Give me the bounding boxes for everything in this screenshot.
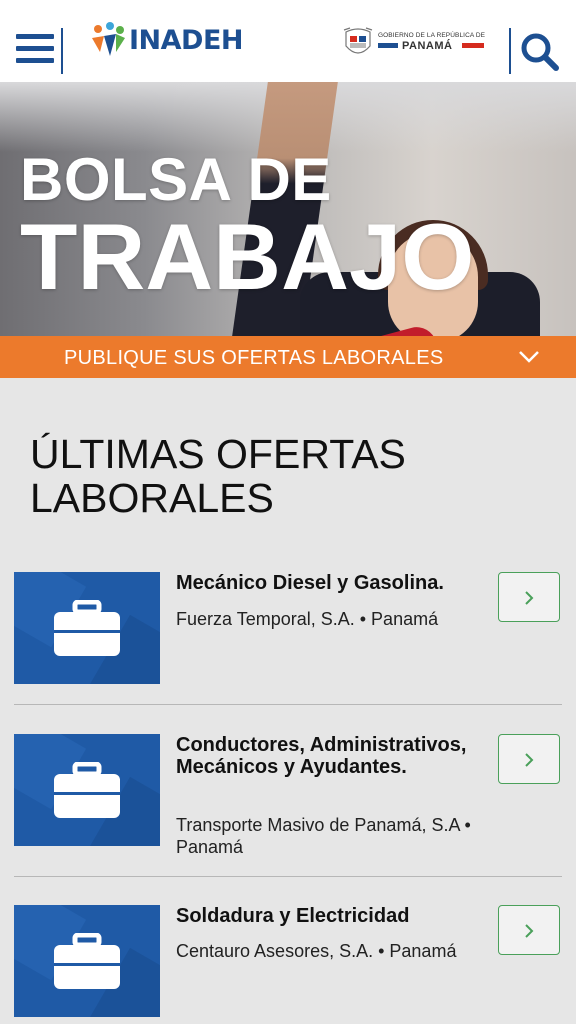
job-title[interactable]: Conductores, Administrativos, Mecánicos …: [176, 734, 486, 778]
coat-of-arms-icon: [343, 27, 373, 54]
hero-title-line1: BOLSA DE: [20, 146, 332, 213]
job-thumbnail: [14, 905, 160, 1017]
chevron-right-icon: [525, 924, 534, 938]
publish-offers-label: PUBLIQUE SUS OFERTAS LABORALES: [64, 347, 444, 369]
header-divider: [509, 28, 511, 74]
hero-banner: BOLSA DE TRABAJO: [0, 82, 576, 336]
flag-bar-red: [462, 43, 484, 48]
search-button[interactable]: [518, 30, 562, 74]
inadeh-logo[interactable]: INADEH: [90, 20, 244, 60]
search-icon: [521, 33, 559, 71]
list-divider: [14, 876, 562, 877]
gov-label-country: PANAMÁ: [402, 40, 453, 52]
list-divider: [14, 704, 562, 705]
chevron-down-icon: [519, 351, 539, 363]
header-divider: [61, 28, 63, 74]
job-company: Centauro Asesores, S.A. • Panamá: [176, 941, 457, 961]
job-thumbnail: [14, 572, 160, 684]
job-company: Fuerza Temporal, S.A. • Panamá: [176, 609, 439, 629]
government-logo: GOBIERNO DE LA REPÚBLICA DE PANAMÁ: [342, 26, 488, 60]
briefcase-icon: [54, 933, 120, 989]
job-title[interactable]: Mecánico Diesel y Gasolina.: [176, 572, 486, 594]
job-details-button[interactable]: [498, 572, 560, 622]
top-header: INADEH GOBIERNO DE LA REPÚBLICA DE PANAM…: [0, 0, 576, 82]
menu-bar: [16, 58, 54, 63]
job-thumbnail: [14, 734, 160, 846]
briefcase-icon: [54, 600, 120, 656]
hero-title-line2: TRABAJO: [20, 204, 475, 309]
chevron-right-icon: [525, 591, 534, 605]
gov-label-top: GOBIERNO DE LA REPÚBLICA DE: [378, 32, 486, 39]
job-details-button[interactable]: [498, 734, 560, 784]
flag-bar-blue: [378, 43, 398, 48]
job-company: Transporte Masivo de Panamá, S.A • Panam…: [176, 815, 471, 857]
logo-text: INADEH: [129, 24, 244, 56]
job-title[interactable]: Soldadura y Electricidad: [176, 905, 486, 927]
menu-bar: [16, 46, 54, 51]
menu-button[interactable]: [16, 34, 54, 64]
chevron-right-icon: [525, 753, 534, 767]
inadeh-logo-icon: [92, 22, 125, 56]
briefcase-icon: [54, 762, 120, 818]
section-title: ÚLTIMAS OFERTAS LABORALES: [30, 431, 406, 521]
job-details-button[interactable]: [498, 905, 560, 955]
publish-offers-dropdown[interactable]: PUBLIQUE SUS OFERTAS LABORALES: [0, 336, 576, 378]
menu-bar: [16, 34, 54, 39]
